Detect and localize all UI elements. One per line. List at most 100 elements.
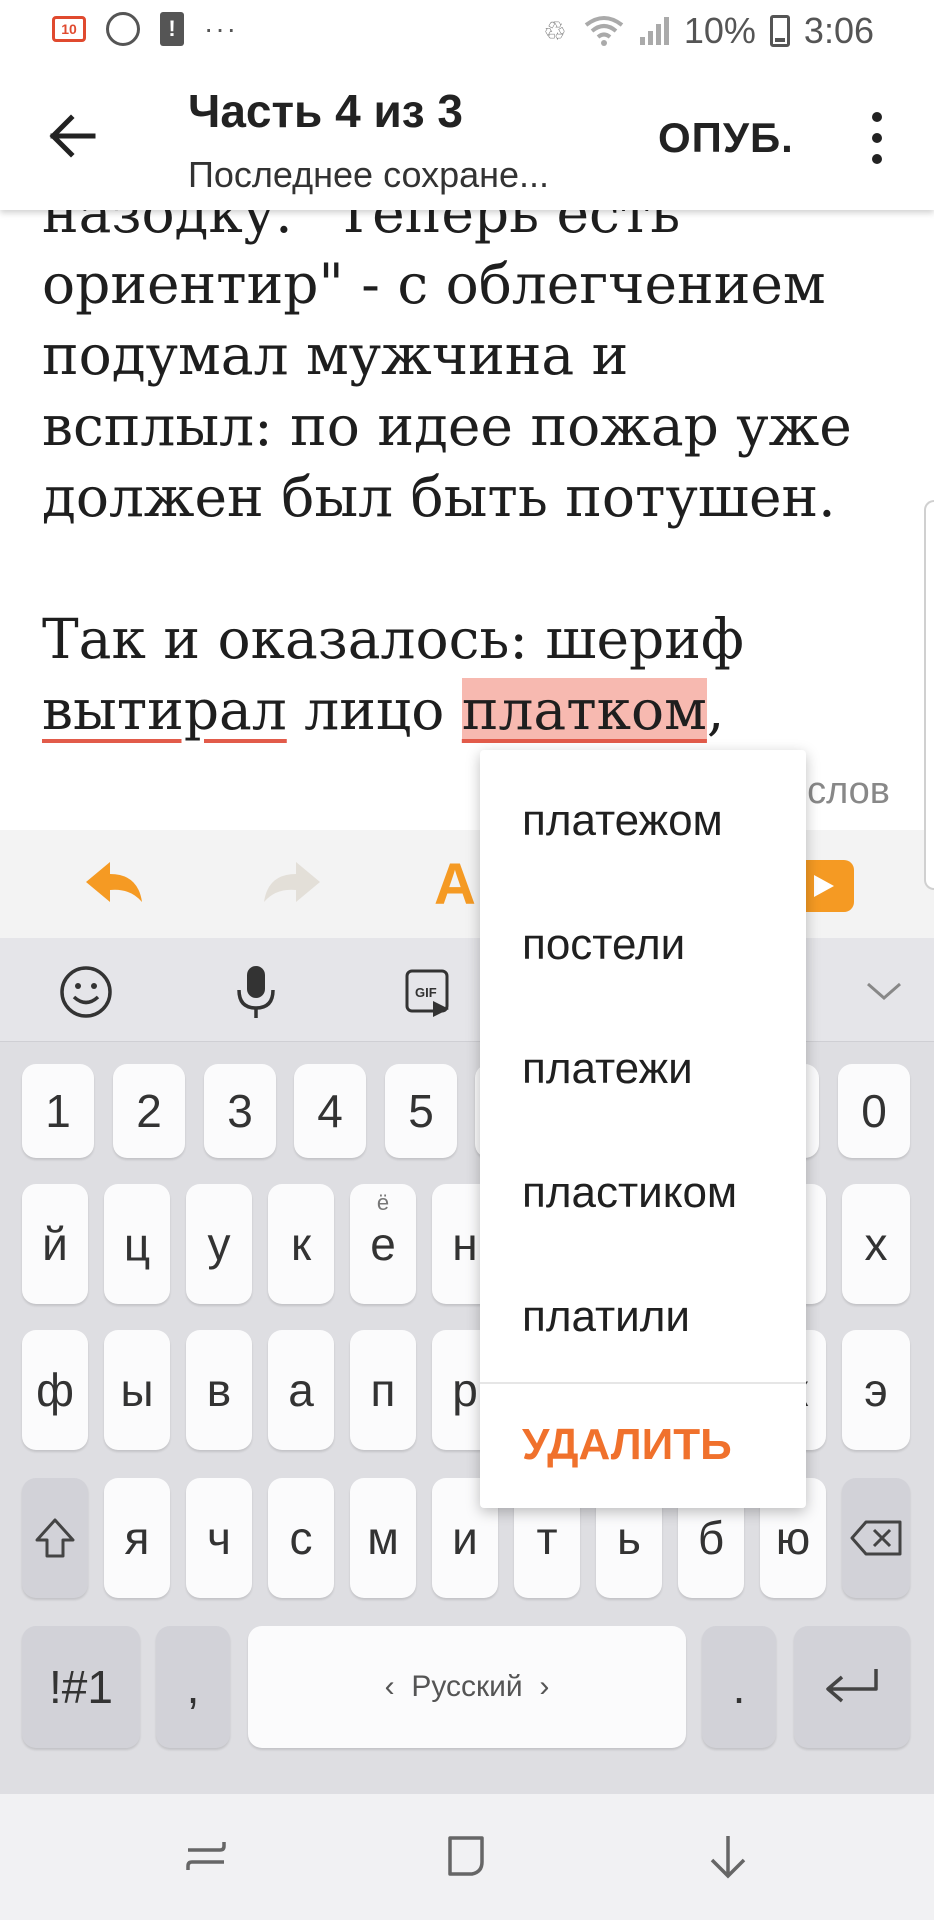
text-line: ориентир" - с облегчением	[42, 252, 826, 316]
battery-badge-text: 10	[61, 21, 77, 37]
gif-button[interactable]: GIF	[398, 962, 458, 1022]
data-saver-icon: ♲	[543, 16, 567, 46]
text-line: всплыл: по идее пожар уже	[42, 394, 852, 458]
down-arrow-icon	[710, 1836, 746, 1879]
signal-icon	[639, 17, 669, 45]
key-letter[interactable]: п	[350, 1330, 416, 1450]
text-line: должен был быть потушен.	[42, 465, 836, 529]
emoji-icon	[60, 966, 112, 1018]
more-options-button[interactable]	[862, 106, 892, 170]
scroll-handle[interactable]	[924, 500, 934, 890]
key-letter[interactable]: э	[842, 1330, 910, 1450]
enter-key[interactable]	[794, 1626, 910, 1748]
battery-icon	[769, 15, 790, 47]
shift-key[interactable]	[22, 1478, 88, 1598]
key-2[interactable]: 2	[113, 1064, 185, 1158]
delete-word-button[interactable]: УДАЛИТЬ	[522, 1420, 732, 1470]
suggestion-item[interactable]: платежи	[522, 1044, 693, 1094]
key-letter[interactable]: у	[186, 1184, 252, 1304]
suggestion-item[interactable]: платили	[522, 1292, 690, 1342]
voice-input-button[interactable]	[226, 962, 286, 1022]
key-letter[interactable]: с	[268, 1478, 334, 1598]
space-key[interactable]: ‹ Русский ›	[248, 1626, 686, 1748]
redo-icon	[264, 862, 320, 902]
gif-icon: GIF	[405, 969, 449, 1017]
text-line-with-errors: вытирал лицо платком,	[42, 675, 902, 746]
save-status: Последнее сохране...	[188, 154, 550, 195]
home-icon	[448, 1836, 484, 1876]
whatsapp-icon	[106, 12, 140, 46]
story-editor[interactable]: назодку. "Теперь есть ориентир" - с обле…	[0, 150, 934, 830]
comma-key[interactable]: ,	[156, 1626, 230, 1748]
key-letter[interactable]: х	[842, 1184, 910, 1304]
recent-apps-icon	[186, 1842, 226, 1870]
text-line: Так и оказалось: шериф	[42, 607, 744, 671]
status-bar: 10 ! ··· ♲ 10% 3:06	[0, 0, 934, 64]
editor-text[interactable]: назодку. "Теперь есть ориентир" - с обле…	[42, 178, 902, 746]
word-count-label: слов	[807, 770, 890, 812]
key-letter[interactable]: ы	[104, 1330, 170, 1450]
recent-apps-button[interactable]	[176, 1826, 236, 1886]
back-button[interactable]	[40, 104, 104, 168]
low-battery-notification-icon: 10	[52, 16, 86, 42]
misspelled-word[interactable]: вытирал	[42, 678, 287, 742]
key-1[interactable]: 1	[22, 1064, 94, 1158]
key-letter[interactable]: а	[268, 1330, 334, 1450]
suggestion-divider	[480, 1382, 806, 1384]
backspace-key[interactable]	[842, 1478, 910, 1598]
selected-misspelled-word[interactable]: платком	[461, 678, 707, 742]
key-4[interactable]: 4	[294, 1064, 366, 1158]
app-bar: Часть 4 из 3 Последнее сохране... ОПУБ.	[0, 64, 934, 210]
key-letter[interactable]: к	[268, 1184, 334, 1304]
status-right-icons: ♲ 10% 3:06	[540, 10, 874, 52]
collapse-keyboard-button[interactable]	[854, 962, 914, 1022]
enter-icon	[826, 1669, 878, 1703]
text-segment: лицо	[286, 678, 462, 742]
suggestion-item[interactable]: пластиком	[522, 1168, 737, 1218]
suggestion-item[interactable]: постели	[522, 920, 685, 970]
home-button[interactable]	[436, 1826, 496, 1886]
key-label: е	[370, 1218, 396, 1270]
key-letter[interactable]: в	[186, 1330, 252, 1450]
more-dot	[872, 154, 882, 164]
key-letter[interactable]: ф	[22, 1330, 88, 1450]
more-dot	[872, 133, 882, 143]
period-key[interactable]: .	[702, 1626, 776, 1748]
space-right-arrow-icon: ›	[522, 1670, 550, 1703]
key-letter[interactable]: ц	[104, 1184, 170, 1304]
suggestion-item[interactable]: платежом	[522, 796, 723, 846]
undo-button[interactable]	[80, 850, 150, 920]
key-letter[interactable]: м	[350, 1478, 416, 1598]
svg-text:GIF: GIF	[415, 985, 437, 1000]
space-left-arrow-icon: ‹	[384, 1670, 412, 1703]
more-dot	[872, 112, 882, 122]
page-title: Часть 4 из 3	[188, 85, 463, 137]
symbols-key[interactable]: !#1	[22, 1626, 140, 1748]
key-3[interactable]: 3	[204, 1064, 276, 1158]
alert-icon: !	[160, 12, 184, 46]
space-language-label: Русский	[411, 1670, 523, 1703]
key-letter-e[interactable]: ёе	[350, 1184, 416, 1304]
emoji-button[interactable]	[56, 962, 116, 1022]
clock: 3:06	[803, 10, 874, 51]
spelling-suggestions-popup: платежом постели платежи пластиком плати…	[480, 750, 806, 1508]
key-0[interactable]: 0	[838, 1064, 910, 1158]
key-letter[interactable]: я	[104, 1478, 170, 1598]
key-letter[interactable]: й	[22, 1184, 88, 1304]
undo-icon	[86, 862, 142, 902]
back-arrow-icon	[49, 114, 96, 158]
publish-button[interactable]: ОПУБ.	[658, 114, 794, 162]
key-alt-char: ё	[376, 1190, 390, 1215]
microphone-icon	[237, 966, 275, 1018]
chevron-down-icon	[867, 982, 901, 1000]
status-left-icons: 10 ! ···	[52, 12, 238, 46]
key-5[interactable]: 5	[385, 1064, 457, 1158]
text-line: подумал мужчина и	[42, 323, 629, 387]
back-nav-button[interactable]	[698, 1826, 758, 1886]
wifi-icon	[584, 16, 624, 46]
shift-icon	[35, 1518, 75, 1558]
key-letter[interactable]: ч	[186, 1478, 252, 1598]
redo-button[interactable]	[256, 850, 326, 920]
system-nav-bar	[0, 1794, 934, 1920]
